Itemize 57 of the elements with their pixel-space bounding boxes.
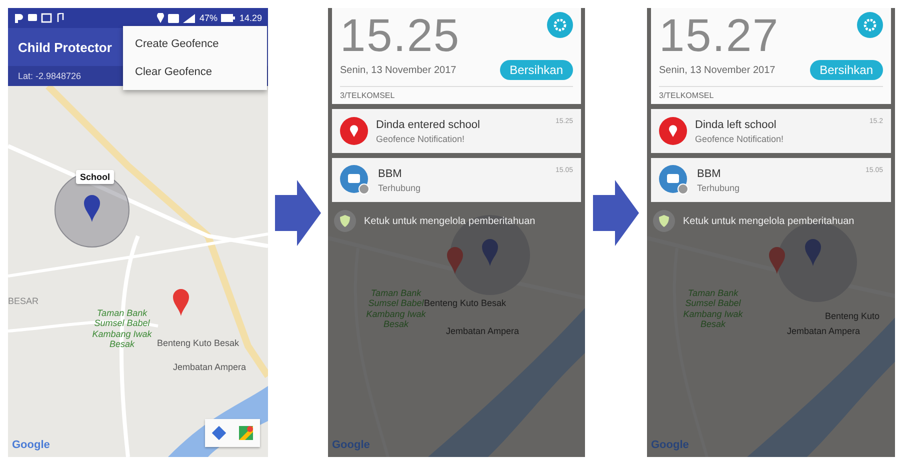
sim-icon — [168, 14, 180, 22]
map-label: Jembatan Ampera — [787, 326, 860, 336]
map-pin-icon — [83, 194, 101, 223]
map-pin-icon — [340, 117, 368, 145]
clock-time: 15.25 — [340, 12, 460, 58]
notification-title: BBM — [697, 168, 722, 180]
map-pin-icon — [659, 117, 687, 145]
map-label: BESAR — [8, 296, 39, 306]
location-icon — [157, 13, 164, 23]
map-label: Jembatan Ampera — [446, 326, 520, 336]
map-label: Benteng Kuto — [825, 311, 880, 321]
notification-text: Geofence Notification! — [695, 134, 785, 144]
settings-icon[interactable] — [547, 12, 573, 38]
signal-icon — [183, 14, 196, 22]
map-pin-icon — [805, 239, 821, 266]
menu-item[interactable]: Create Geofence — [123, 30, 267, 58]
map-logo: Google — [332, 439, 370, 451]
map-pin-icon — [172, 288, 190, 317]
map-logo: Google — [12, 439, 50, 451]
carrier-text: 3/TELKOMSEL — [340, 90, 396, 100]
notification-text: Terhubung — [378, 182, 422, 192]
notification-text: Geofence Notification! — [376, 134, 466, 144]
date-text: Senin, 13 November 2017 — [659, 64, 776, 76]
map-label: Taman Bank Sumsel Babel Kambang Iwak Besak — [682, 288, 744, 330]
latitude-text: Lat: -2.9848726 — [18, 71, 82, 81]
map-pin-icon — [769, 247, 785, 274]
notification-text: Terhubung — [697, 182, 741, 192]
settings-icon[interactable] — [857, 12, 883, 38]
clock-time: 15.27 — [659, 12, 780, 58]
carrier-text: 3/TELKOMSEL — [659, 90, 715, 100]
arrow-icon — [593, 180, 639, 246]
chat-icon — [659, 165, 689, 195]
notification-title: Dinda entered school — [376, 118, 481, 130]
battery-percent: 47% — [199, 13, 218, 23]
map-label: Benteng Kuto Besak — [424, 298, 506, 308]
shield-icon — [653, 210, 675, 232]
maps-icon[interactable] — [239, 426, 254, 440]
manage-notifications-link[interactable]: Ketuk untuk mengelola pemberitahuan — [683, 216, 854, 226]
map-label: Taman Bank Sumsel Babel Kambang Iwak Besak — [91, 308, 153, 350]
chat-icon — [340, 165, 370, 195]
map-label: Benteng Kuto Besak — [157, 338, 240, 348]
manage-notifications-link[interactable]: Ketuk untuk mengelola pemberitahuan — [364, 216, 536, 226]
marker-label: School — [76, 170, 114, 184]
app-title: Child Protector — [18, 40, 112, 54]
map-label: Jembatan Ampera — [173, 362, 246, 372]
notification-icons — [14, 13, 66, 23]
battery-icon — [221, 14, 236, 22]
menu-item[interactable]: Clear Geofence — [123, 58, 267, 86]
status-time: 14.29 — [239, 13, 262, 23]
arrow-icon — [275, 180, 321, 246]
map-pin-icon — [447, 247, 463, 274]
notification-title: BBM — [378, 168, 403, 180]
shield-icon — [334, 210, 356, 232]
map-pin-icon — [482, 239, 498, 266]
date-text: Senin, 13 November 2017 — [340, 64, 456, 76]
notification-title: Dinda left school — [695, 118, 778, 130]
map-logo: Google — [651, 439, 689, 451]
